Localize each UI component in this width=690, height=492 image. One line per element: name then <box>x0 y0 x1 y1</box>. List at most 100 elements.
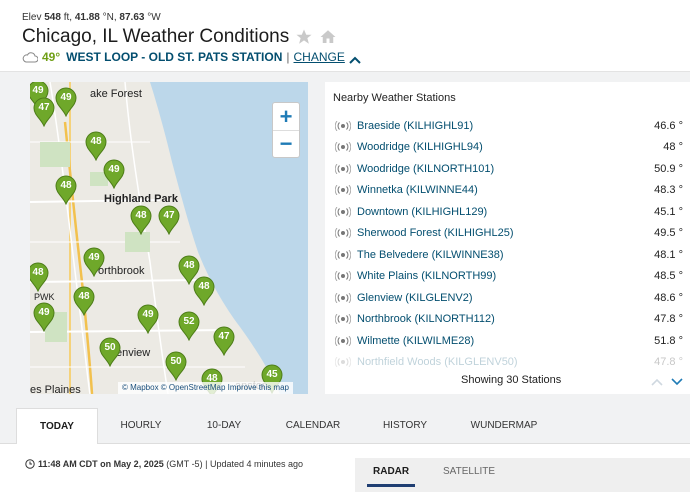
nearby-stations-panel: Nearby Weather Stations Braeside (KILHIG… <box>325 82 690 394</box>
antenna-icon <box>334 313 352 325</box>
antenna-icon <box>334 163 352 175</box>
station-marker-temp: 45 <box>266 369 278 380</box>
station-marker[interactable]: 49 <box>136 304 160 335</box>
tab-calendar[interactable]: CALENDAR <box>270 408 356 444</box>
map-label-pwk: PWK <box>34 292 55 302</box>
chevron-up-icon[interactable] <box>349 53 361 64</box>
station-marker[interactable]: 49 <box>32 302 56 333</box>
station-marker[interactable]: 48 <box>192 276 216 307</box>
map-label-des-plaines: es Plaines <box>30 384 81 394</box>
station-marker[interactable]: 47 <box>212 326 236 357</box>
station-row[interactable]: Woodridge (KILHIGHL94) 48 ° <box>334 137 685 159</box>
station-marker-temp: 52 <box>183 316 195 327</box>
station-row[interactable]: Glenview (KILGLENV2) 48.6 ° <box>334 287 685 309</box>
station-name[interactable]: Downtown (KILHIGHL129) <box>357 206 645 218</box>
tab-wundermap[interactable]: WUNDERMAP <box>456 408 552 444</box>
stations-pager <box>651 374 683 386</box>
station-name[interactable]: Sherwood Forest (KILHIGHL25) <box>357 227 645 239</box>
antenna-icon <box>334 335 352 347</box>
radar-satellite-panel: RADAR SATELLITE <box>355 458 690 492</box>
home-icon[interactable] <box>319 28 337 46</box>
station-marker[interactable]: 49 <box>82 247 106 278</box>
station-row[interactable]: Northfield Woods (KILGLENV50) 47.8 ° <box>334 352 685 374</box>
chevron-down-icon[interactable] <box>671 374 683 386</box>
station-temp: 51.8 ° <box>654 334 683 347</box>
zoom-in-button[interactable]: + <box>273 103 299 130</box>
tab-satellite[interactable]: SATELLITE <box>443 466 495 477</box>
station-marker[interactable]: 49 <box>102 159 126 190</box>
station-row[interactable]: Woodridge (KILNORTH101) 50.9 ° <box>334 158 685 180</box>
station-temp: 48.6 ° <box>654 291 683 304</box>
station-temp: 50.9 ° <box>654 162 683 175</box>
longitude: 87.63 <box>119 12 145 23</box>
station-row[interactable]: Northbrook (KILNORTH112) 47.8 ° <box>334 309 685 331</box>
station-marker-temp: 49 <box>32 85 44 96</box>
station-name[interactable]: Winnetka (KILWINNE44) <box>357 184 645 196</box>
station-name[interactable]: Woodridge (KILNORTH101) <box>357 163 645 175</box>
station-name[interactable]: White Plains (KILNORTH99) <box>357 270 645 282</box>
station-name[interactable]: The Belvedere (KILWINNE38) <box>357 249 645 261</box>
tab-history[interactable]: HISTORY <box>362 408 448 444</box>
station-marker[interactable]: 48 <box>54 175 78 206</box>
station-marker[interactable]: 48 <box>72 286 96 317</box>
tab-radar[interactable]: RADAR <box>373 466 409 477</box>
station-marker-temp: 48 <box>78 291 90 302</box>
station-row[interactable]: Downtown (KILHIGHL129) 45.1 ° <box>334 201 685 223</box>
tab-10-day[interactable]: 10-DAY <box>184 408 264 444</box>
timezone: (GMT -5) <box>166 459 203 469</box>
station-marker[interactable]: 50 <box>98 337 122 368</box>
page-title: Chicago, IL Weather Conditions <box>22 26 290 47</box>
station-name[interactable]: Woodridge (KILHIGHL94) <box>357 141 645 153</box>
station-row[interactable]: Sherwood Forest (KILHIGHL25) 49.5 ° <box>334 223 685 245</box>
zoom-out-button[interactable]: − <box>273 130 299 157</box>
antenna-icon <box>334 120 352 132</box>
station-marker[interactable]: 47 <box>32 97 56 128</box>
map-attribution[interactable]: © Mapbox © OpenStreetMap Improve this ma… <box>118 382 293 394</box>
station-name[interactable]: Braeside (KILHIGHL91) <box>357 120 645 132</box>
station-marker-temp: 48 <box>135 210 147 221</box>
tab-hourly[interactable]: HOURLY <box>102 408 180 444</box>
station-name[interactable]: Wilmette (KILWILME28) <box>357 335 645 347</box>
station-marker-temp: 47 <box>218 331 230 342</box>
station-marker-temp: 48 <box>60 180 72 191</box>
chevron-up-icon[interactable] <box>651 374 663 386</box>
station-marker[interactable]: 47 <box>157 205 181 236</box>
forecast-tabs: TODAY HOURLY 10-DAY CALENDAR HISTORY WUN… <box>0 408 690 445</box>
station-row[interactable]: The Belvedere (KILWINNE38) 48.1 ° <box>334 244 685 266</box>
station-marker[interactable]: 48 <box>129 205 153 236</box>
tab-today[interactable]: TODAY <box>16 408 98 445</box>
station-marker[interactable]: 50 <box>164 351 188 382</box>
location-header: Elev 548 ft, 41.88 °N, 87.63 °W Chicago,… <box>0 0 690 72</box>
station-map[interactable]: ake Forest Highland Park orthbrook PWK e… <box>30 82 308 394</box>
station-marker-temp: 48 <box>183 260 195 271</box>
antenna-icon <box>334 270 352 282</box>
current-station: WEST LOOP - OLD ST. PATS STATION <box>66 50 283 64</box>
station-marker-temp: 47 <box>38 102 50 113</box>
star-icon[interactable] <box>295 28 313 46</box>
station-name[interactable]: Glenview (KILGLENV2) <box>357 292 645 304</box>
station-row[interactable]: Braeside (KILHIGHL91) 46.6 ° <box>334 115 685 137</box>
station-marker[interactable]: 48 <box>30 262 50 293</box>
station-marker[interactable]: 48 <box>84 131 108 162</box>
antenna-icon <box>334 292 352 304</box>
station-marker-temp: 49 <box>142 309 154 320</box>
separator: | <box>205 459 208 469</box>
station-marker[interactable]: 49 <box>54 87 78 118</box>
stations-list: Braeside (KILHIGHL91) 46.6 ° Woodridge (KI… <box>334 115 685 374</box>
station-temp: 48.5 ° <box>654 270 683 283</box>
station-name[interactable]: Northfield Woods (KILGLENV50) <box>357 356 645 368</box>
station-name[interactable]: Northbrook (KILNORTH112) <box>357 313 645 325</box>
station-row[interactable]: White Plains (KILNORTH99) 48.5 ° <box>334 266 685 288</box>
change-station-link[interactable]: CHANGE <box>294 50 345 64</box>
map-label-lake-forest: ake Forest <box>90 88 142 100</box>
antenna-icon <box>334 141 352 153</box>
station-row[interactable]: Winnetka (KILWINNE44) 48.3 ° <box>334 180 685 202</box>
antenna-icon <box>334 206 352 218</box>
lat-unit: °N, <box>102 12 117 23</box>
station-row[interactable]: Wilmette (KILWILME28) 51.8 ° <box>334 330 685 352</box>
antenna-icon <box>334 356 352 368</box>
station-marker-temp: 47 <box>163 210 175 221</box>
station-marker[interactable]: 52 <box>177 311 201 342</box>
clock-icon <box>25 459 35 469</box>
antenna-icon <box>334 184 352 196</box>
